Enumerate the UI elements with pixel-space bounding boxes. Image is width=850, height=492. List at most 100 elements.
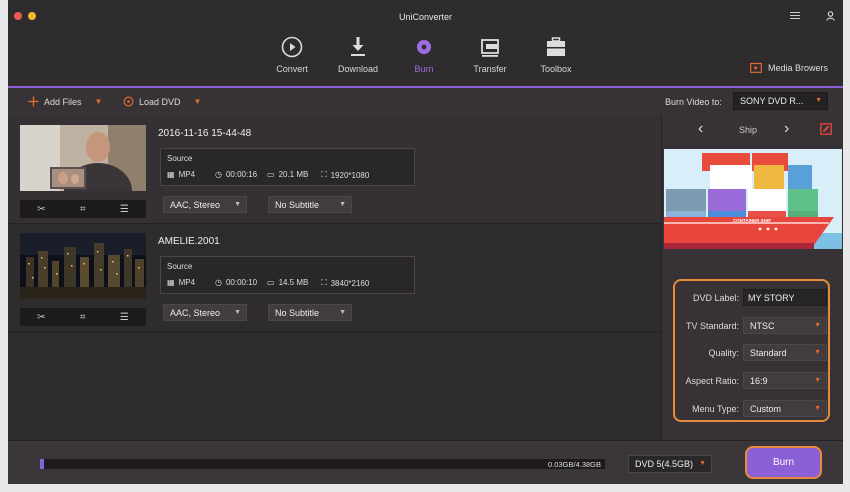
aspect-ratio-select[interactable]: 16:9 ▼ [743, 372, 827, 389]
crop-icon[interactable]: ⌗ [80, 204, 86, 215]
edit-template-icon[interactable] [820, 123, 832, 135]
quality-row: Quality: Standard ▼ [675, 344, 828, 362]
menu-type-label: Menu Type: [692, 404, 739, 414]
toolbox-icon [547, 37, 565, 56]
chevron-down-icon: ▼ [234, 201, 241, 208]
toolbar: Add Files ▼ Load DVD ▼ Burn Video to: SO… [8, 88, 843, 116]
chevron-down-icon: ▼ [699, 460, 706, 467]
ship-hull-text: CONTAINER SHIP [733, 218, 771, 223]
format-value: MP4 [178, 278, 196, 287]
format-meta: ▦ MP4 [167, 278, 195, 287]
media-browser-icon [750, 62, 762, 73]
tv-standard-select[interactable]: NTSC ▼ [743, 317, 827, 334]
tab-convert[interactable]: Convert [262, 34, 322, 74]
burn-to-label: Burn Video to: [665, 97, 722, 107]
source-label: Source [167, 262, 193, 271]
plus-icon [28, 96, 39, 107]
tab-toolbox[interactable]: Toolbox [526, 34, 586, 74]
chevron-down-icon: ▼ [815, 97, 822, 104]
add-files-button[interactable]: Add Files ▼ [28, 96, 102, 107]
tab-transfer[interactable]: Transfer [460, 34, 520, 74]
folder-icon: ▭ [267, 170, 275, 179]
add-files-label: Add Files [44, 96, 82, 107]
duration-meta: ◷ 00:00:16 [215, 170, 257, 179]
film-icon: ▦ [167, 170, 175, 179]
aspect-ratio-row: Aspect Ratio: 16:9 ▼ [675, 372, 828, 390]
tab-toolbox-label: Toolbox [540, 64, 572, 74]
quality-select[interactable]: Standard ▼ [743, 344, 827, 361]
dvd-icon [123, 96, 134, 107]
app-title: UniConverter [398, 12, 453, 22]
disc-capacity-fill [40, 459, 44, 469]
disc-type-select[interactable]: DVD 5(4.5GB) ▼ [628, 455, 712, 473]
burn-button[interactable]: Burn [745, 446, 822, 479]
audio-track-value: AAC, Stereo [170, 200, 221, 210]
load-dvd-dropdown-icon[interactable]: ▼ [194, 97, 202, 106]
media-browser-button[interactable]: Media Browers [750, 62, 828, 73]
tv-standard-label: TV Standard: [685, 321, 739, 331]
size-meta: ▭ 14.5 MB [267, 278, 308, 287]
tab-burn-label: Burn [414, 64, 434, 74]
burn-button-label: Burn [772, 457, 795, 468]
menu-type-row: Menu Type: Custom ▼ [675, 400, 828, 418]
dvd-label-label: DVD Label: [692, 293, 739, 303]
audio-track-select[interactable]: AAC, Stereo ▼ [163, 196, 247, 213]
transfer-icon [481, 39, 499, 57]
tv-standard-row: TV Standard: NTSC ▼ [675, 317, 828, 335]
tab-burn[interactable]: Burn [394, 34, 454, 91]
add-files-dropdown-icon[interactable]: ▼ [95, 97, 103, 106]
aspect-ratio-value: 16:9 [750, 376, 768, 386]
user-icon[interactable] [826, 11, 835, 21]
download-icon [351, 37, 365, 56]
effects-sliders-icon[interactable]: ☰ [120, 204, 129, 215]
thumbnail-toolbar: ✂ ⌗ ☰ [20, 308, 146, 326]
tv-standard-value: NTSC [750, 321, 775, 331]
file-row[interactable]: ✂ ⌗ ☰ AMELIE.2001 Source ▦ MP4 ◷ 00:00:1… [8, 224, 661, 332]
template-preview[interactable]: CONTAINER SHIP [664, 149, 842, 249]
disc-capacity-text: 0.03GB/4.38GB [548, 460, 601, 469]
subtitle-value: No Subtitle [275, 200, 320, 210]
menu-type-value: Custom [750, 404, 782, 414]
chevron-down-icon: ▼ [814, 322, 821, 329]
duration-value: 00:00:16 [225, 170, 258, 179]
menu-type-select[interactable]: Custom ▼ [743, 400, 827, 417]
burn-icon [417, 40, 431, 54]
resolution-meta: ⛶ 3840*2160 [321, 278, 369, 288]
subtitle-select[interactable]: No Subtitle ▼ [268, 196, 352, 213]
subtitle-select[interactable]: No Subtitle ▼ [268, 304, 352, 321]
duration-value: 00:00:10 [225, 278, 258, 287]
quality-value: Standard [750, 348, 787, 358]
tab-download[interactable]: Download [328, 34, 388, 74]
crop-icon[interactable]: ⌗ [80, 312, 86, 323]
tab-transfer-label: Transfer [473, 64, 507, 74]
trim-scissors-icon[interactable]: ✂ [37, 204, 45, 215]
disc-type-value: DVD 5(4.5GB) [635, 459, 694, 469]
aspect-ratio-label: Aspect Ratio: [685, 376, 739, 386]
dvd-template-panel: ‹ Ship › CONTAINER SHIP DVD Label: MY ST… [661, 116, 843, 440]
dvd-label-input[interactable] [743, 289, 827, 306]
dvd-label-row: DVD Label: [675, 289, 828, 307]
audio-track-value: AAC, Stereo [170, 308, 221, 318]
trim-scissors-icon[interactable]: ✂ [37, 312, 45, 323]
duration-meta: ◷ 00:00:10 [215, 278, 257, 287]
chevron-right-icon[interactable]: › [784, 120, 789, 138]
source-info: Source ▦ MP4 ◷ 00:00:10 ▭ 14.5 MB ⛶ 3840… [160, 256, 415, 294]
file-row[interactable]: ✂ ⌗ ☰ 2016-11-16 15-44-48 Source ▦ MP4 ◷… [8, 116, 661, 224]
effects-sliders-icon[interactable]: ☰ [120, 312, 129, 323]
app-window: UniConverter Convert Download Burn Trans… [8, 0, 843, 484]
size-value: 14.5 MB [278, 278, 309, 287]
main-nav: Convert Download Burn Transfer Toolbox M… [8, 30, 843, 91]
clock-icon: ◷ [215, 278, 222, 287]
video-thumbnail[interactable] [20, 233, 146, 299]
source-info: Source ▦ MP4 ◷ 00:00:16 ▭ 20.1 MB ⛶ 1920… [160, 148, 415, 186]
source-label: Source [167, 154, 193, 163]
chevron-down-icon: ▼ [814, 349, 821, 356]
video-thumbnail[interactable] [20, 125, 146, 191]
burn-to-select[interactable]: SONY DVD R... ▼ [733, 92, 828, 110]
expand-icon: ⛶ [321, 170, 327, 179]
chevron-down-icon: ▼ [339, 309, 346, 316]
menu-icon[interactable] [790, 12, 800, 21]
chevron-down-icon: ▼ [814, 405, 821, 412]
load-dvd-button[interactable]: Load DVD ▼ [123, 96, 201, 107]
audio-track-select[interactable]: AAC, Stereo ▼ [163, 304, 247, 321]
